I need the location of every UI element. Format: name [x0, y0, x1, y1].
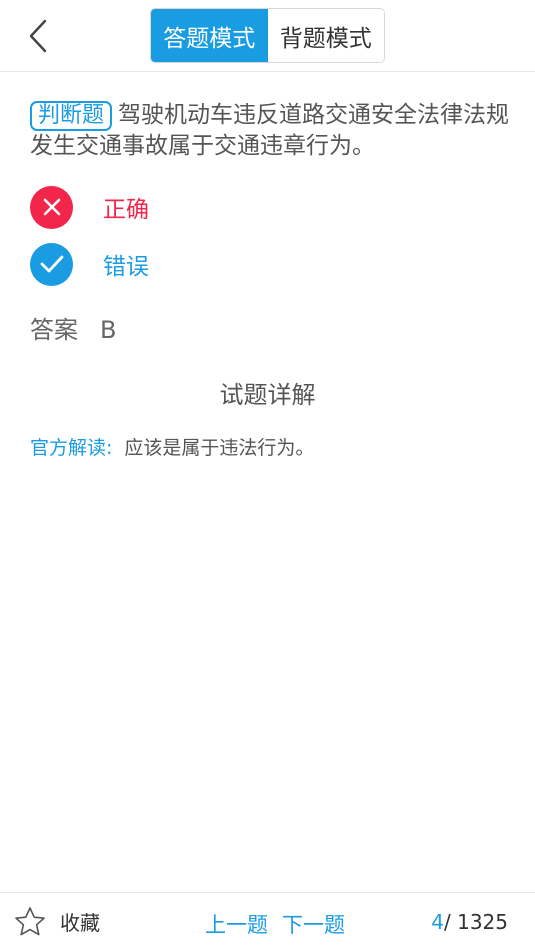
favorite-label: 收藏: [60, 911, 100, 935]
app: 答题模式 背题模式 判断题 驾驶机动车违反道路交通安全法律法规发生交通事故属于交通…: [0, 0, 535, 951]
explanation: 官方解读: 应该是属于违法行为。: [30, 433, 314, 460]
answer-label: 答案: [30, 316, 78, 344]
check-icon: [30, 242, 73, 286]
option-false[interactable]: 错误: [30, 242, 510, 286]
prev-button[interactable]: 上一题: [205, 909, 268, 939]
next-button[interactable]: 下一题: [282, 909, 345, 939]
current-index: 4: [431, 910, 444, 934]
header: 答题模式 背题模式: [0, 0, 535, 72]
explanation-source-label: 官方解读:: [30, 437, 113, 459]
option-true[interactable]: 正确: [30, 185, 510, 229]
back-button[interactable]: [18, 16, 58, 56]
close-icon: [30, 185, 73, 229]
question-type-badge: 判断题: [30, 101, 113, 131]
tab-answer-mode[interactable]: 答题模式: [151, 9, 268, 62]
chevron-left-icon: [29, 19, 47, 53]
mode-switch: 答题模式 背题模式: [150, 8, 385, 63]
tab-memorize-mode[interactable]: 背题模式: [267, 9, 384, 62]
answer: 答案 B: [30, 310, 116, 345]
page-counter: 4/ 1325: [431, 910, 508, 934]
answer-value: B: [100, 316, 117, 344]
counter-separator: /: [443, 910, 451, 934]
bottom-bar: 收藏 上一题 下一题 4/ 1325: [0, 892, 535, 951]
favorite-button[interactable]: 收藏: [14, 906, 100, 937]
option-label: 正确: [103, 197, 149, 223]
question: 判断题 驾驶机动车违反道路交通安全法律法规发生交通事故属于交通违章行为。: [30, 100, 510, 161]
star-icon: [15, 907, 45, 936]
explanation-text: 应该是属于违法行为。: [124, 437, 315, 459]
option-label: 错误: [103, 254, 149, 280]
total-count: 1325: [457, 910, 508, 934]
explanation-title: 试题详解: [219, 381, 316, 409]
